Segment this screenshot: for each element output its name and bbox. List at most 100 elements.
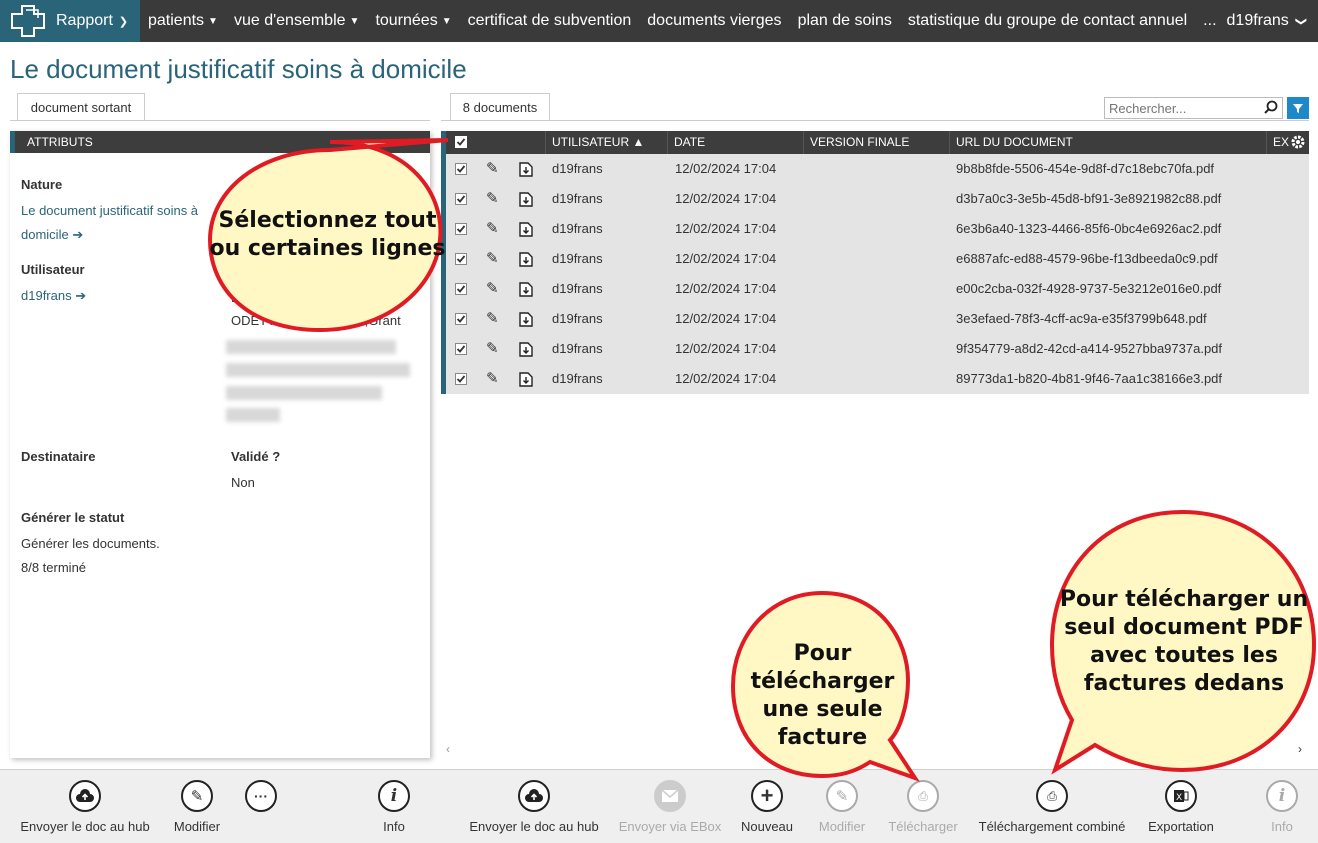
left-more-button[interactable]: ··· [239,770,283,843]
nav-more[interactable]: ... [1195,12,1224,30]
column-final-version[interactable]: VERSION FINALE [803,131,949,154]
nav-overview[interactable]: vue d'ensemble ▼ [226,12,367,30]
export-button[interactable]: X Exportation [1136,770,1226,843]
table-row[interactable]: ✎ d19frans 12/02/2024 17:04 89773da1-b820-4… [446,364,1309,394]
send-to-hub-button[interactable]: Envoyer le doc au hub [464,770,604,843]
pencil-icon[interactable]: ✎ [486,184,499,214]
row-document-url: 6e3b6a40-1323-4466-85f6-0bc4e6926ac2.pdf [956,221,1222,236]
combined-download-button[interactable]: ⎙ Téléchargement combiné [974,770,1130,843]
file-download-icon[interactable] [519,222,533,237]
new-button[interactable]: + Nouveau [734,770,800,843]
row-date: 12/02/2024 17:04 [675,311,777,326]
file-download-icon[interactable] [519,312,533,327]
brand-label: Rapport [56,12,113,29]
table-row[interactable]: ✎ d19frans 12/02/2024 17:04 e00c2cba-032f-4… [446,274,1309,304]
nature-link[interactable]: Le document justificatif soins à [21,203,198,218]
edit-button[interactable]: ✎ Modifier [808,770,876,843]
page-title: Le document justificatif soins à domicil… [10,54,467,84]
scroll-right-icon[interactable]: › [1298,742,1302,756]
cloud-upload-icon [525,789,543,802]
row-date: 12/02/2024 17:04 [675,341,777,356]
pencil-icon[interactable]: ✎ [486,274,499,304]
callout-single-text: Pour télécharger une seule facture [750,641,895,750]
generate-status-label: Générer le statut [21,510,125,525]
redacted-text [226,386,382,400]
table-row[interactable]: ✎ d19frans 12/02/2024 17:04 d3b7a0c3-3e5b-4… [446,184,1309,214]
patient-name-partial: DA [231,290,250,305]
file-download-icon: ⎙ [918,788,928,803]
file-download-icon[interactable] [519,162,533,177]
left-info-button[interactable]: i Info [364,770,424,843]
divider [10,120,430,121]
info-button[interactable]: i Info [1252,770,1312,843]
nav-rounds[interactable]: tournées ▼ [367,12,459,30]
envelope-icon [662,790,678,802]
send-via-ebox-button[interactable]: Envoyer via EBox [612,770,728,843]
patient-name-line2: ODETTE,Evel ,Grant [231,313,401,328]
column-user[interactable]: UTILISATEUR ▲ [545,131,667,154]
search-input[interactable] [1104,97,1283,119]
user-label: Utilisateur [21,262,85,277]
row-checkbox[interactable] [455,343,467,355]
bottom-toolbar: Envoyer le doc au hub ✎ Modifier ··· i I… [0,769,1318,843]
caret-down-icon: ▼ [441,15,452,27]
pencil-icon[interactable]: ✎ [486,244,499,274]
table-row[interactable]: ✎ d19frans 12/02/2024 17:04 6e3b6a40-1323-4… [446,214,1309,244]
plus-icon: + [760,783,774,808]
row-checkbox[interactable] [455,193,467,205]
file-download-icon[interactable] [519,252,533,267]
user-menu[interactable]: d19frans ❯ [1227,0,1307,42]
callout-combined-text: Pour télécharger un seul document PDF avec… [1059,587,1309,696]
gear-icon[interactable] [1290,134,1306,150]
nature-link-line2[interactable]: domicile ➔ [21,227,83,243]
left-send-to-hub-button[interactable]: Envoyer le doc au hub [15,770,155,843]
row-checkbox[interactable] [455,373,467,385]
row-checkbox[interactable] [455,313,467,325]
table-row[interactable]: ✎ d19frans 12/02/2024 17:04 9b8b8fde-5506-4… [446,154,1309,184]
pencil-icon[interactable]: ✎ [486,154,499,184]
column-document-url[interactable]: URL DU DOCUMENT [949,131,1266,154]
scroll-left-icon[interactable]: ‹ [446,742,450,756]
select-all-checkbox[interactable] [455,136,467,148]
row-user: d19frans [552,281,603,296]
file-download-icon[interactable] [519,372,533,387]
search-icon[interactable] [1264,100,1278,114]
tab-outgoing-document[interactable]: document sortant [17,93,145,121]
nav-subsidy-certificate[interactable]: certificat de subvention [460,12,640,30]
column-date[interactable]: DATE [667,131,803,154]
file-download-icon[interactable] [519,282,533,297]
table-row[interactable]: ✎ d19frans 12/02/2024 17:04 3e3efaed-78f3-4… [446,304,1309,334]
row-user: d19frans [552,191,603,206]
file-download-icon[interactable] [519,192,533,207]
table-row[interactable]: ✎ d19frans 12/02/2024 17:04 9f354779-a8d2-4… [446,334,1309,364]
redacted-text [226,340,396,354]
excel-icon: X [1174,790,1189,803]
left-edit-button[interactable]: ✎ Modifier [155,770,239,843]
row-checkbox[interactable] [455,283,467,295]
row-date: 12/02/2024 17:04 [675,251,777,266]
brand-menu[interactable]: Rapport ❯ [0,0,140,42]
nav-care-plan[interactable]: plan de soins [790,12,900,30]
row-checkbox[interactable] [455,253,467,265]
row-user: d19frans [552,221,603,236]
row-checkbox[interactable] [455,163,467,175]
info-icon: i [1278,786,1286,806]
row-user: d19frans [552,371,603,386]
file-download-icon[interactable] [519,342,533,357]
download-button[interactable]: ⎙ Télécharger [882,770,964,843]
pencil-icon[interactable]: ✎ [486,364,499,394]
table-row[interactable]: ✎ d19frans 12/02/2024 17:04 e6887afc-ed88-4… [446,244,1309,274]
pencil-icon[interactable]: ✎ [486,304,499,334]
tab-documents[interactable]: 8 documents [450,93,550,121]
svg-text:X: X [1176,793,1182,803]
filter-button[interactable] [1287,97,1309,119]
row-document-url: d3b7a0c3-3e5b-45d8-bf91-3e8921982c88.pdf [956,191,1222,206]
row-checkbox[interactable] [455,223,467,235]
nav-blank-documents[interactable]: documents vierges [639,12,789,30]
row-date: 12/02/2024 17:04 [675,371,777,386]
pencil-icon[interactable]: ✎ [486,334,499,364]
user-link[interactable]: d19frans ➔ [21,288,86,304]
nav-patients[interactable]: patients ▼ [140,12,226,30]
pencil-icon[interactable]: ✎ [486,214,499,244]
nav-contact-stats[interactable]: statistique du groupe de contact annuel [900,12,1195,30]
